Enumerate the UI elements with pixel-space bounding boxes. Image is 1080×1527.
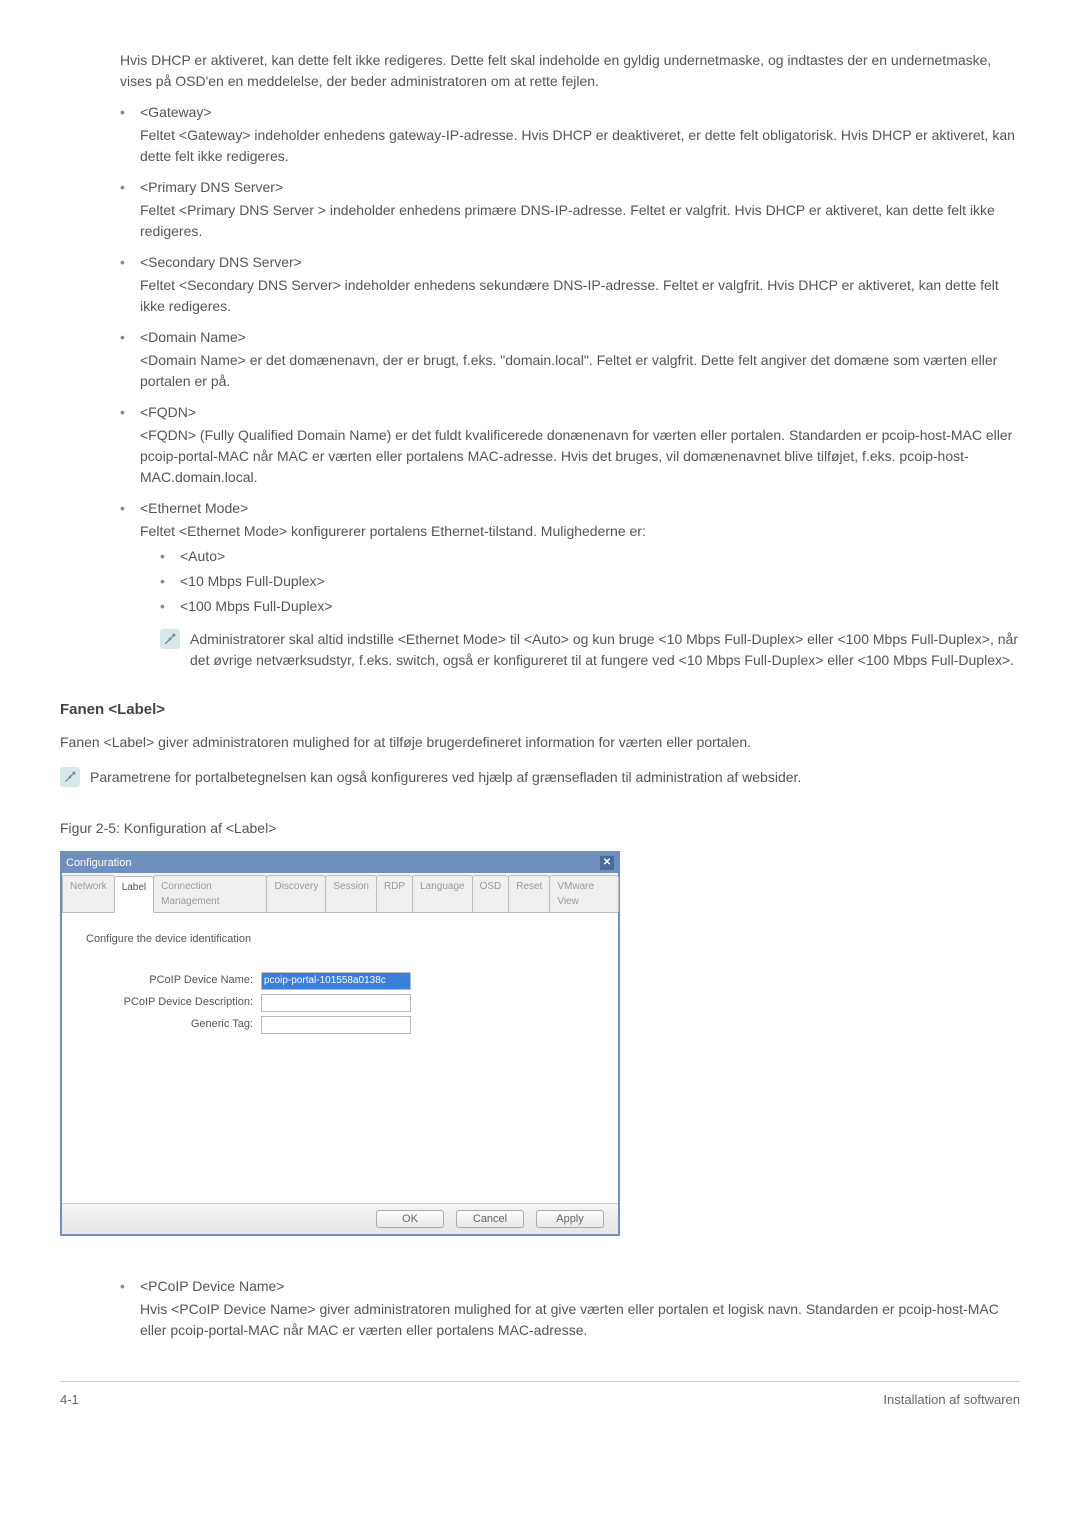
figure-caption: Figur 2-5: Konfiguration af <Label> xyxy=(60,818,1020,839)
note-text: Parametrene for portalbetegnelsen kan og… xyxy=(90,767,1020,788)
tab-osd[interactable]: OSD xyxy=(472,875,510,912)
row-device-description: PCoIP Device Description: xyxy=(86,994,594,1012)
bullet-dot-icon: • xyxy=(120,498,140,671)
intro-paragraph: Hvis DHCP er aktiveret, kan dette felt i… xyxy=(120,50,1020,92)
note-icon xyxy=(60,767,80,787)
sub-item-100mbps: • <100 Mbps Full-Duplex> xyxy=(160,596,1020,617)
item-title: <Gateway> xyxy=(140,102,1020,123)
dialog-body-heading: Configure the device identification xyxy=(86,931,594,948)
item-gateway: • <Gateway> Feltet <Gateway> indeholder … xyxy=(120,102,1020,167)
bullet-dot-icon: • xyxy=(120,1276,140,1341)
item-title: <PCoIP Device Name> xyxy=(140,1276,1020,1297)
tab-language[interactable]: Language xyxy=(412,875,473,912)
cancel-button[interactable]: Cancel xyxy=(456,1210,524,1228)
input-device-name[interactable] xyxy=(261,972,411,990)
bullet-dot-icon: • xyxy=(160,571,180,592)
item-desc: Feltet <Ethernet Mode> konfigurerer port… xyxy=(140,521,1020,542)
item-title: <Domain Name> xyxy=(140,327,1020,348)
bullet-dot-icon: • xyxy=(160,596,180,617)
label-generic-tag: Generic Tag: xyxy=(86,1016,261,1033)
tab-vmware-view[interactable]: VMware View xyxy=(549,875,619,912)
dialog-tabs: Network Label Connection Management Disc… xyxy=(62,873,618,913)
footer-section-title: Installation af softwaren xyxy=(883,1390,1020,1410)
tab-network[interactable]: Network xyxy=(62,875,115,912)
dialog-body: Configure the device identification PCoI… xyxy=(62,913,618,1203)
bullet-dot-icon: • xyxy=(160,546,180,567)
section-note: Parametrene for portalbetegnelsen kan og… xyxy=(60,767,1020,788)
input-device-description[interactable] xyxy=(261,994,411,1012)
dialog-titlebar: Configuration ✕ xyxy=(62,853,618,874)
item-ethernet-mode: • <Ethernet Mode> Feltet <Ethernet Mode>… xyxy=(120,498,1020,671)
item-desc: Feltet <Gateway> indeholder enhedens gat… xyxy=(140,125,1020,167)
bullet-dot-icon: • xyxy=(120,177,140,242)
item-title: <Secondary DNS Server> xyxy=(140,252,1020,273)
item-domain-name: • <Domain Name> <Domain Name> er det dom… xyxy=(120,327,1020,392)
sub-item-label: <100 Mbps Full-Duplex> xyxy=(180,596,333,617)
apply-button[interactable]: Apply xyxy=(536,1210,604,1228)
configuration-dialog: Configuration ✕ Network Label Connection… xyxy=(60,851,620,1237)
sub-item-label: <Auto> xyxy=(180,546,225,567)
sub-item-10mbps: • <10 Mbps Full-Duplex> xyxy=(160,571,1020,592)
sub-item-auto: • <Auto> xyxy=(160,546,1020,567)
ok-button[interactable]: OK xyxy=(376,1210,444,1228)
note-icon xyxy=(160,629,180,649)
label-device-name: PCoIP Device Name: xyxy=(86,972,261,989)
page-footer: 4-1 Installation af softwaren xyxy=(60,1381,1020,1410)
item-primary-dns: • <Primary DNS Server> Feltet <Primary D… xyxy=(120,177,1020,242)
bullet-dot-icon: • xyxy=(120,252,140,317)
item-secondary-dns: • <Secondary DNS Server> Feltet <Seconda… xyxy=(120,252,1020,317)
tab-reset[interactable]: Reset xyxy=(508,875,550,912)
item-pcoip-device-name: • <PCoIP Device Name> Hvis <PCoIP Device… xyxy=(120,1276,1020,1341)
item-title: <Primary DNS Server> xyxy=(140,177,1020,198)
section-paragraph: Fanen <Label> giver administratoren muli… xyxy=(60,732,1020,753)
tab-label[interactable]: Label xyxy=(114,876,154,913)
item-desc: Feltet <Secondary DNS Server> indeholder… xyxy=(140,275,1020,317)
item-fqdn: • <FQDN> <FQDN> (Fully Qualified Domain … xyxy=(120,402,1020,488)
tab-discovery[interactable]: Discovery xyxy=(266,875,326,912)
label-device-description: PCoIP Device Description: xyxy=(86,994,261,1011)
bullet-dot-icon: • xyxy=(120,327,140,392)
tab-session[interactable]: Session xyxy=(325,875,377,912)
bullet-dot-icon: • xyxy=(120,102,140,167)
bullet-dot-icon: • xyxy=(120,402,140,488)
ethernet-note: Administratorer skal altid indstille <Et… xyxy=(160,629,1020,671)
close-icon[interactable]: ✕ xyxy=(600,856,614,870)
item-title: <FQDN> xyxy=(140,402,1020,423)
row-generic-tag: Generic Tag: xyxy=(86,1016,594,1034)
section-heading-label: Fanen <Label> xyxy=(60,699,1020,722)
dialog-footer: OK Cancel Apply xyxy=(62,1203,618,1234)
dialog-title: Configuration xyxy=(66,855,131,872)
item-desc: <Domain Name> er det domænenavn, der er … xyxy=(140,350,1020,392)
row-device-name: PCoIP Device Name: xyxy=(86,972,594,990)
input-generic-tag[interactable] xyxy=(261,1016,411,1034)
item-desc: Hvis <PCoIP Device Name> giver administr… xyxy=(140,1299,1020,1341)
tab-connection-management[interactable]: Connection Management xyxy=(153,875,267,912)
item-desc: Feltet <Primary DNS Server > indeholder … xyxy=(140,200,1020,242)
tab-rdp[interactable]: RDP xyxy=(376,875,413,912)
sub-item-label: <10 Mbps Full-Duplex> xyxy=(180,571,325,592)
note-text: Administratorer skal altid indstille <Et… xyxy=(190,629,1020,671)
item-desc: <FQDN> (Fully Qualified Domain Name) er … xyxy=(140,425,1020,488)
footer-page-number: 4-1 xyxy=(60,1390,79,1410)
item-title: <Ethernet Mode> xyxy=(140,498,1020,519)
